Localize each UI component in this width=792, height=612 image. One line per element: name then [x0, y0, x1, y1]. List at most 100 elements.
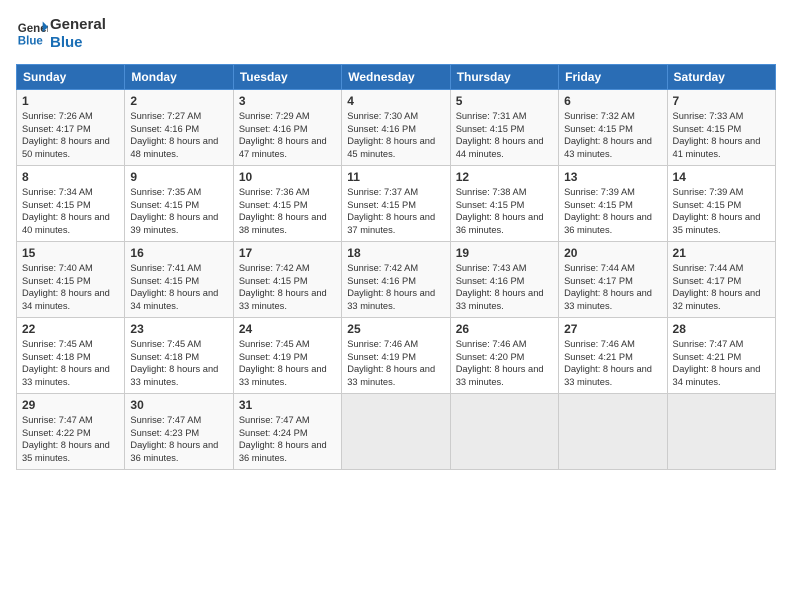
weekday-header-sunday: Sunday: [17, 65, 125, 90]
logo-general: General: [50, 16, 106, 33]
calendar-cell: 26 Sunrise: 7:46 AMSunset: 4:20 PMDaylig…: [450, 318, 558, 394]
day-number: 22: [22, 322, 119, 336]
calendar-cell: 31 Sunrise: 7:47 AMSunset: 4:24 PMDaylig…: [233, 394, 341, 470]
cell-info: Sunrise: 7:27 AMSunset: 4:16 PMDaylight:…: [130, 111, 218, 159]
week-row-5: 29 Sunrise: 7:47 AMSunset: 4:22 PMDaylig…: [17, 394, 776, 470]
calendar-cell: 19 Sunrise: 7:43 AMSunset: 4:16 PMDaylig…: [450, 242, 558, 318]
day-number: 26: [456, 322, 553, 336]
cell-info: Sunrise: 7:39 AMSunset: 4:15 PMDaylight:…: [673, 187, 761, 235]
day-number: 6: [564, 94, 661, 108]
logo: General Blue General Blue: [16, 16, 106, 52]
calendar-cell: 4 Sunrise: 7:30 AMSunset: 4:16 PMDayligh…: [342, 90, 450, 166]
day-number: 21: [673, 246, 770, 260]
cell-info: Sunrise: 7:47 AMSunset: 4:23 PMDaylight:…: [130, 415, 218, 463]
calendar-cell: [450, 394, 558, 470]
calendar-cell: 22 Sunrise: 7:45 AMSunset: 4:18 PMDaylig…: [17, 318, 125, 394]
day-number: 10: [239, 170, 336, 184]
calendar-cell: 12 Sunrise: 7:38 AMSunset: 4:15 PMDaylig…: [450, 166, 558, 242]
cell-info: Sunrise: 7:46 AMSunset: 4:19 PMDaylight:…: [347, 339, 435, 387]
day-number: 5: [456, 94, 553, 108]
cell-info: Sunrise: 7:47 AMSunset: 4:21 PMDaylight:…: [673, 339, 761, 387]
cell-info: Sunrise: 7:47 AMSunset: 4:24 PMDaylight:…: [239, 415, 327, 463]
cell-info: Sunrise: 7:35 AMSunset: 4:15 PMDaylight:…: [130, 187, 218, 235]
calendar-cell: 16 Sunrise: 7:41 AMSunset: 4:15 PMDaylig…: [125, 242, 233, 318]
day-number: 18: [347, 246, 444, 260]
day-number: 20: [564, 246, 661, 260]
day-number: 4: [347, 94, 444, 108]
calendar-cell: 6 Sunrise: 7:32 AMSunset: 4:15 PMDayligh…: [559, 90, 667, 166]
cell-info: Sunrise: 7:42 AMSunset: 4:15 PMDaylight:…: [239, 263, 327, 311]
calendar-cell: 5 Sunrise: 7:31 AMSunset: 4:15 PMDayligh…: [450, 90, 558, 166]
calendar-cell: 29 Sunrise: 7:47 AMSunset: 4:22 PMDaylig…: [17, 394, 125, 470]
day-number: 15: [22, 246, 119, 260]
day-number: 25: [347, 322, 444, 336]
weekday-header-tuesday: Tuesday: [233, 65, 341, 90]
header: General Blue General Blue: [16, 16, 776, 52]
calendar-cell: 30 Sunrise: 7:47 AMSunset: 4:23 PMDaylig…: [125, 394, 233, 470]
calendar-cell: 24 Sunrise: 7:45 AMSunset: 4:19 PMDaylig…: [233, 318, 341, 394]
day-number: 8: [22, 170, 119, 184]
cell-info: Sunrise: 7:46 AMSunset: 4:21 PMDaylight:…: [564, 339, 652, 387]
day-number: 3: [239, 94, 336, 108]
calendar-cell: 18 Sunrise: 7:42 AMSunset: 4:16 PMDaylig…: [342, 242, 450, 318]
day-number: 27: [564, 322, 661, 336]
day-number: 29: [22, 398, 119, 412]
day-number: 12: [456, 170, 553, 184]
calendar-cell: [342, 394, 450, 470]
cell-info: Sunrise: 7:39 AMSunset: 4:15 PMDaylight:…: [564, 187, 652, 235]
logo-blue: Blue: [50, 34, 106, 52]
cell-info: Sunrise: 7:36 AMSunset: 4:15 PMDaylight:…: [239, 187, 327, 235]
weekday-header-thursday: Thursday: [450, 65, 558, 90]
cell-info: Sunrise: 7:41 AMSunset: 4:15 PMDaylight:…: [130, 263, 218, 311]
week-row-1: 1 Sunrise: 7:26 AMSunset: 4:17 PMDayligh…: [17, 90, 776, 166]
calendar-cell: [667, 394, 775, 470]
calendar-cell: 11 Sunrise: 7:37 AMSunset: 4:15 PMDaylig…: [342, 166, 450, 242]
weekday-header-monday: Monday: [125, 65, 233, 90]
day-number: 24: [239, 322, 336, 336]
calendar-cell: 2 Sunrise: 7:27 AMSunset: 4:16 PMDayligh…: [125, 90, 233, 166]
calendar-cell: 25 Sunrise: 7:46 AMSunset: 4:19 PMDaylig…: [342, 318, 450, 394]
calendar-cell: 15 Sunrise: 7:40 AMSunset: 4:15 PMDaylig…: [17, 242, 125, 318]
cell-info: Sunrise: 7:46 AMSunset: 4:20 PMDaylight:…: [456, 339, 544, 387]
svg-text:Blue: Blue: [18, 36, 44, 48]
cell-info: Sunrise: 7:44 AMSunset: 4:17 PMDaylight:…: [673, 263, 761, 311]
calendar-cell: 21 Sunrise: 7:44 AMSunset: 4:17 PMDaylig…: [667, 242, 775, 318]
calendar-table: SundayMondayTuesdayWednesdayThursdayFrid…: [16, 64, 776, 470]
calendar-cell: 7 Sunrise: 7:33 AMSunset: 4:15 PMDayligh…: [667, 90, 775, 166]
calendar-cell: 9 Sunrise: 7:35 AMSunset: 4:15 PMDayligh…: [125, 166, 233, 242]
week-row-3: 15 Sunrise: 7:40 AMSunset: 4:15 PMDaylig…: [17, 242, 776, 318]
logo-icon: General Blue: [16, 18, 48, 50]
cell-info: Sunrise: 7:38 AMSunset: 4:15 PMDaylight:…: [456, 187, 544, 235]
calendar-cell: 3 Sunrise: 7:29 AMSunset: 4:16 PMDayligh…: [233, 90, 341, 166]
cell-info: Sunrise: 7:47 AMSunset: 4:22 PMDaylight:…: [22, 415, 110, 463]
day-number: 17: [239, 246, 336, 260]
calendar-cell: 27 Sunrise: 7:46 AMSunset: 4:21 PMDaylig…: [559, 318, 667, 394]
week-row-2: 8 Sunrise: 7:34 AMSunset: 4:15 PMDayligh…: [17, 166, 776, 242]
cell-info: Sunrise: 7:31 AMSunset: 4:15 PMDaylight:…: [456, 111, 544, 159]
cell-info: Sunrise: 7:37 AMSunset: 4:15 PMDaylight:…: [347, 187, 435, 235]
calendar-cell: 20 Sunrise: 7:44 AMSunset: 4:17 PMDaylig…: [559, 242, 667, 318]
calendar-cell: 17 Sunrise: 7:42 AMSunset: 4:15 PMDaylig…: [233, 242, 341, 318]
calendar-cell: 10 Sunrise: 7:36 AMSunset: 4:15 PMDaylig…: [233, 166, 341, 242]
day-number: 13: [564, 170, 661, 184]
weekday-header-saturday: Saturday: [667, 65, 775, 90]
week-row-4: 22 Sunrise: 7:45 AMSunset: 4:18 PMDaylig…: [17, 318, 776, 394]
cell-info: Sunrise: 7:29 AMSunset: 4:16 PMDaylight:…: [239, 111, 327, 159]
calendar-cell: [559, 394, 667, 470]
cell-info: Sunrise: 7:34 AMSunset: 4:15 PMDaylight:…: [22, 187, 110, 235]
cell-info: Sunrise: 7:45 AMSunset: 4:18 PMDaylight:…: [22, 339, 110, 387]
day-number: 30: [130, 398, 227, 412]
day-number: 23: [130, 322, 227, 336]
cell-info: Sunrise: 7:26 AMSunset: 4:17 PMDaylight:…: [22, 111, 110, 159]
day-number: 7: [673, 94, 770, 108]
day-number: 11: [347, 170, 444, 184]
cell-info: Sunrise: 7:40 AMSunset: 4:15 PMDaylight:…: [22, 263, 110, 311]
cell-info: Sunrise: 7:45 AMSunset: 4:19 PMDaylight:…: [239, 339, 327, 387]
calendar-cell: 8 Sunrise: 7:34 AMSunset: 4:15 PMDayligh…: [17, 166, 125, 242]
cell-info: Sunrise: 7:44 AMSunset: 4:17 PMDaylight:…: [564, 263, 652, 311]
cell-info: Sunrise: 7:33 AMSunset: 4:15 PMDaylight:…: [673, 111, 761, 159]
cell-info: Sunrise: 7:30 AMSunset: 4:16 PMDaylight:…: [347, 111, 435, 159]
calendar-cell: 13 Sunrise: 7:39 AMSunset: 4:15 PMDaylig…: [559, 166, 667, 242]
calendar-cell: 28 Sunrise: 7:47 AMSunset: 4:21 PMDaylig…: [667, 318, 775, 394]
cell-info: Sunrise: 7:42 AMSunset: 4:16 PMDaylight:…: [347, 263, 435, 311]
